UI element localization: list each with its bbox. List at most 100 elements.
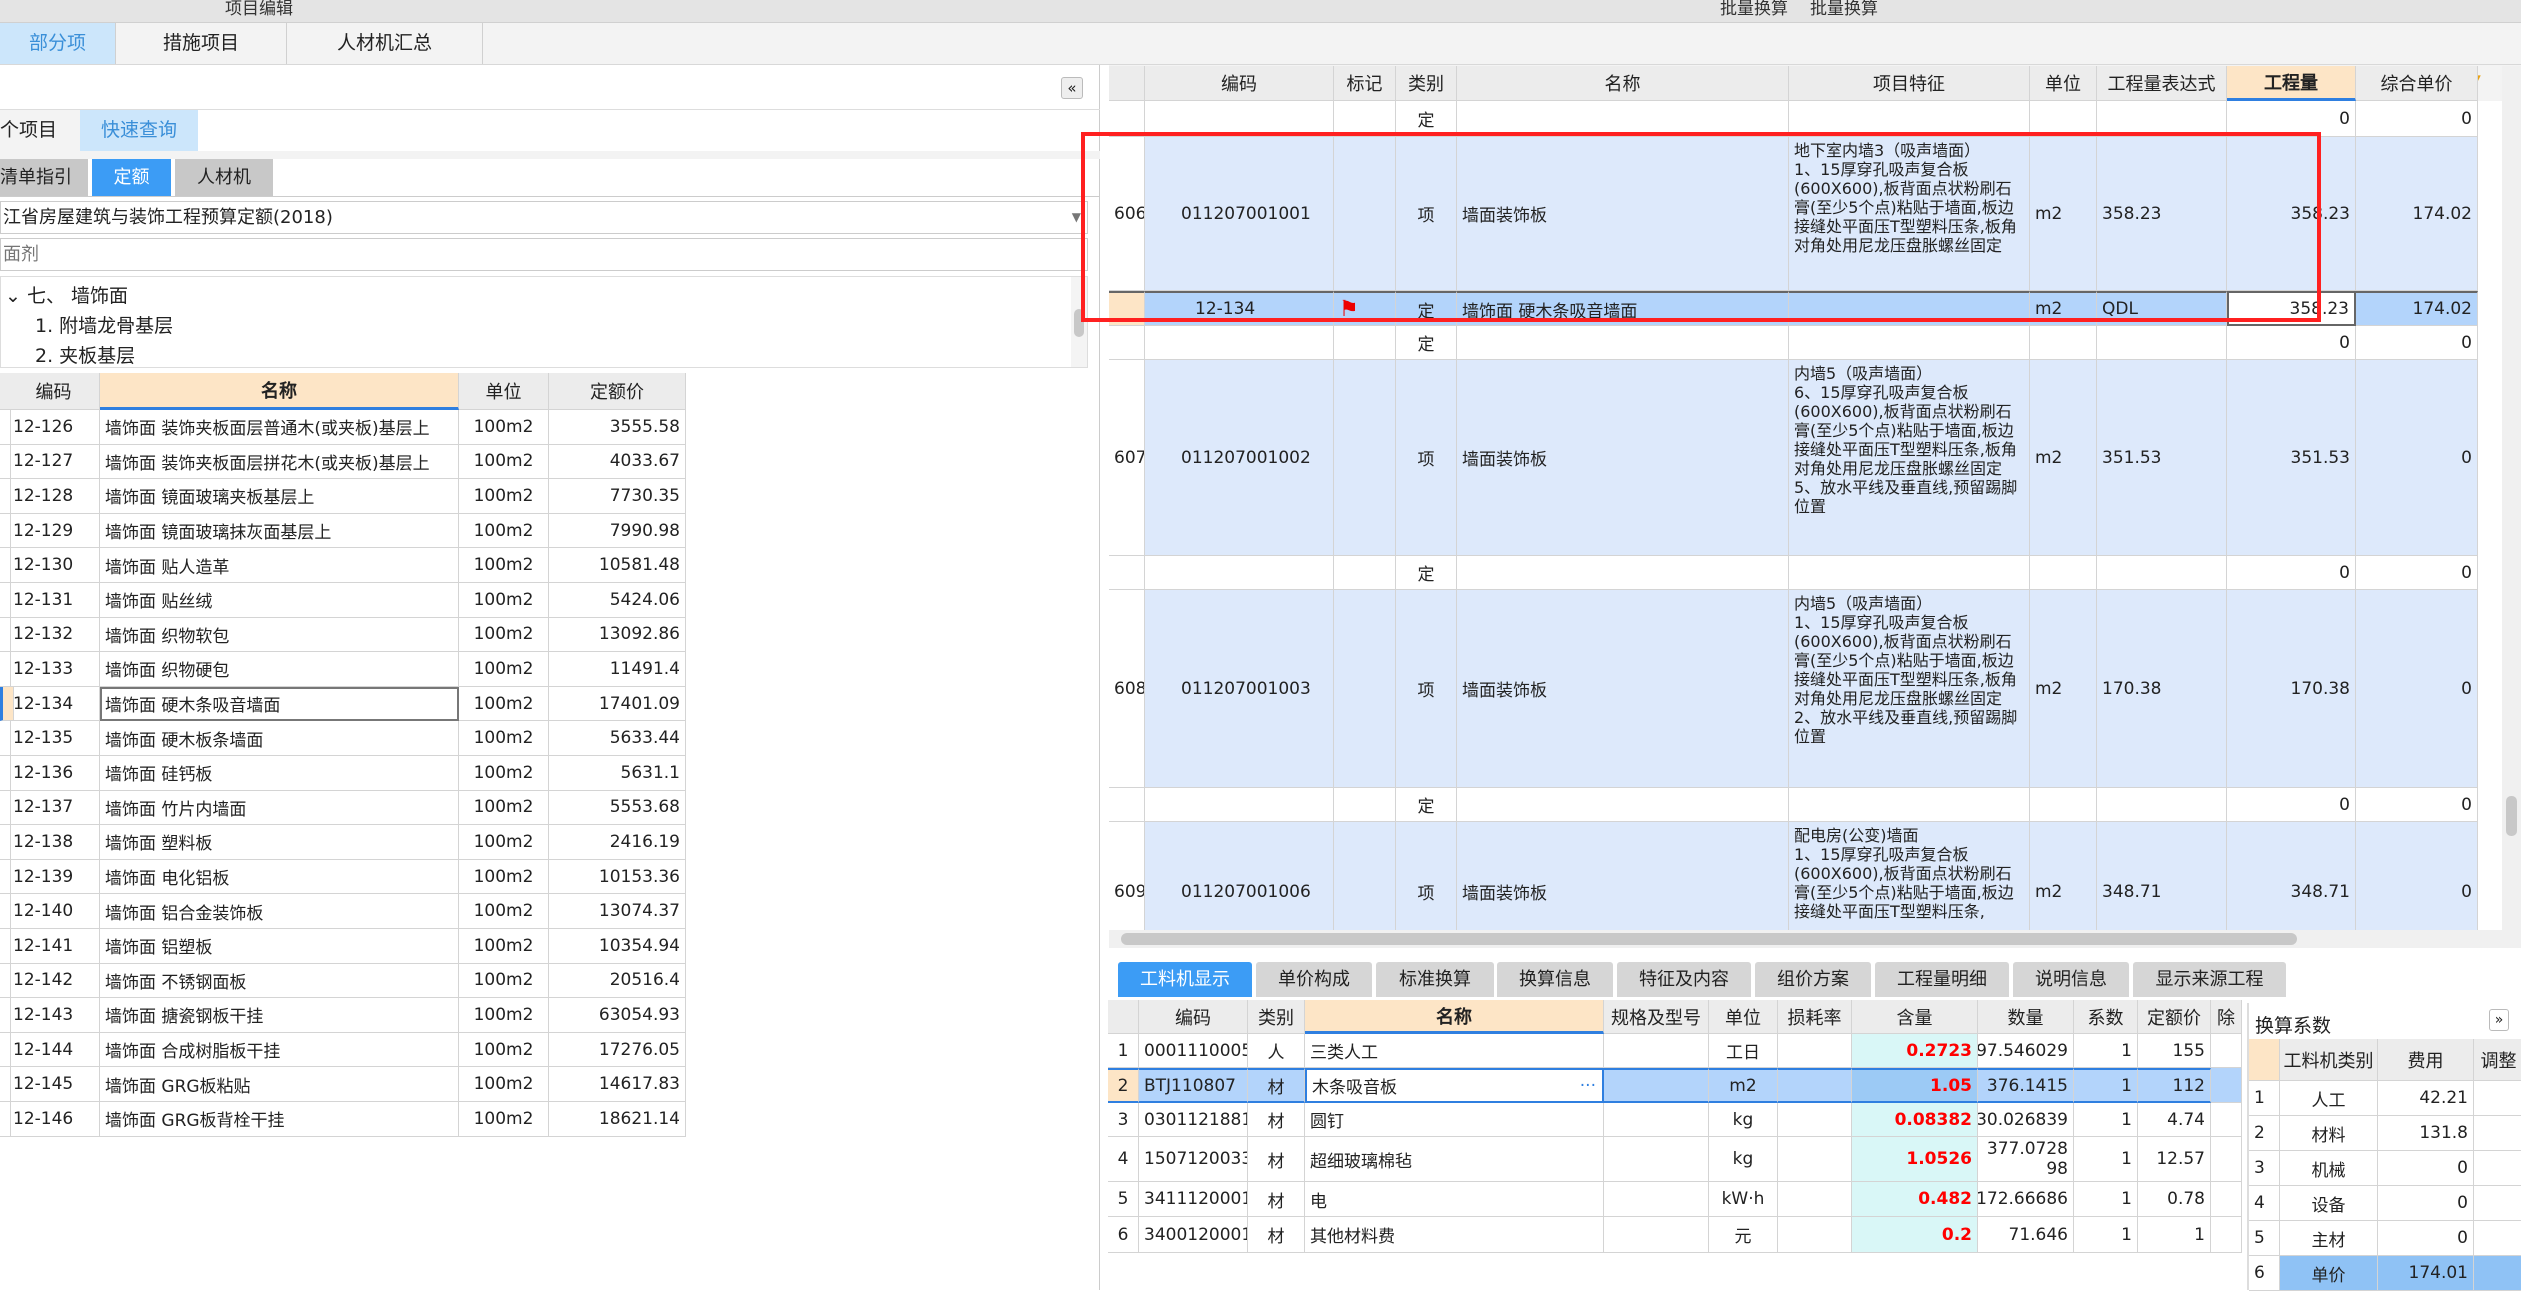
material-cell-quota-price[interactable]: 1	[2138, 1217, 2211, 1253]
subtab-project[interactable]: 个项目	[0, 110, 80, 151]
bill-cell-feature[interactable]	[1789, 788, 2030, 822]
detail-tab-2[interactable]: 标准换算	[1376, 962, 1494, 997]
material-cell-coefficient[interactable]: 1	[2074, 1217, 2138, 1253]
column-header-type[interactable]: 类别	[1248, 1000, 1305, 1034]
material-cell-name[interactable]: 其他材料费	[1305, 1217, 1604, 1253]
material-cell-quota-price[interactable]: 4.74	[2138, 1103, 2211, 1137]
bill-cell-name[interactable]	[1457, 788, 1789, 822]
bill-cell-code[interactable]	[1145, 788, 1334, 822]
quota-cell-name[interactable]: 墙饰面 铝塑板	[100, 929, 459, 964]
quota-cell-code[interactable]: 12-134	[8, 686, 100, 722]
tab-labor-material-summary[interactable]: 人材机汇总	[287, 23, 483, 64]
column-header-quantity[interactable]: 工程量	[2227, 66, 2356, 101]
quota-cell-name[interactable]: 墙饰面 硅钙板	[100, 756, 459, 791]
quota-cell-code[interactable]: 12-132	[8, 617, 100, 653]
material-cell-type[interactable]: 人	[1248, 1034, 1305, 1068]
bill-cell-feature[interactable]	[1789, 326, 2030, 360]
ribbon-label-batch-convert-2[interactable]: 批量换算	[1810, 0, 1878, 19]
libtab-bill-guide[interactable]: 清单指引	[0, 159, 90, 196]
coef-cell-adjust[interactable]	[2474, 1186, 2521, 1221]
material-cell-code[interactable]: 1507120033	[1139, 1137, 1248, 1182]
bill-cell-qty-expression[interactable]: 358.23	[2097, 137, 2227, 291]
coef-cell-cost[interactable]: 174.01	[2378, 1256, 2474, 1291]
bill-cell-quantity[interactable]: 0	[2227, 326, 2356, 360]
quota-cell-unit[interactable]: 100m2	[459, 686, 549, 722]
quota-cell-price[interactable]: 17276.05	[549, 1032, 686, 1068]
material-cell-spec[interactable]	[1604, 1103, 1709, 1137]
quota-cell-code[interactable]: 12-139	[8, 859, 100, 895]
quota-cell-name[interactable]: 墙饰面 竹片内墙面	[100, 790, 459, 826]
subtab-quick-query[interactable]: 快速查询	[80, 110, 198, 151]
bill-cell-unit[interactable]	[2030, 101, 2097, 137]
quota-cell-unit[interactable]: 100m2	[459, 617, 549, 653]
quota-library-select[interactable]: 江省房屋建筑与装饰工程预算定额(2018) ▼	[0, 201, 1088, 234]
material-cell-name[interactable]: 圆钉	[1305, 1103, 1604, 1137]
material-cell-spec[interactable]	[1604, 1217, 1709, 1253]
bill-cell-quantity[interactable]: 0	[2227, 556, 2356, 590]
expand-panel-icon[interactable]: »	[2489, 1009, 2509, 1031]
coef-cell-category[interactable]: 人工	[2280, 1081, 2378, 1116]
material-cell-loss-rate[interactable]	[1778, 1137, 1852, 1182]
column-header-rownum[interactable]	[2249, 1039, 2280, 1081]
quota-cell-code[interactable]: 12-138	[8, 825, 100, 860]
bill-cell-feature[interactable]	[1789, 101, 2030, 137]
material-cell-quantity[interactable]: 97.546029	[1978, 1034, 2074, 1068]
flag-icon[interactable]: ⚑	[1339, 297, 1359, 322]
quota-cell-code[interactable]: 12-140	[8, 894, 100, 929]
bill-cell-unit[interactable]: m2	[2030, 822, 2097, 930]
quota-cell-unit[interactable]: 100m2	[459, 548, 549, 583]
bill-cell-qty-expression[interactable]	[2097, 556, 2227, 590]
bill-cell-qty-expression[interactable]	[2097, 101, 2227, 137]
bill-cell-type[interactable]: 定	[1396, 326, 1457, 360]
quota-cell-unit[interactable]: 100m2	[459, 652, 549, 687]
quota-cell-code[interactable]: 12-126	[8, 410, 100, 445]
bill-cell-feature[interactable]: 内墙5（吸声墙面） 6、15厚穿孔吸声复合板(600X600),板背面点状粉刷石…	[1789, 360, 2030, 556]
quota-cell-name[interactable]: 墙饰面 装饰夹板面层拼花木(或夹板)基层上	[100, 444, 459, 480]
bill-cell-feature[interactable]	[1789, 556, 2030, 590]
quota-cell-unit[interactable]: 100m2	[459, 963, 549, 999]
libtab-labor-material[interactable]: 人材机	[175, 159, 275, 196]
quota-cell-unit[interactable]: 100m2	[459, 583, 549, 618]
material-cell-name[interactable]: 木条吸音板 ···	[1305, 1068, 1604, 1103]
material-cell-loss-rate[interactable]	[1778, 1217, 1852, 1253]
quota-cell-code[interactable]: 12-144	[8, 1032, 100, 1068]
quota-cell-name[interactable]: 墙饰面 织物软包	[100, 617, 459, 653]
bill-cell-unit-price[interactable]: 174.02	[2356, 137, 2478, 291]
bill-cell-name[interactable]	[1457, 101, 1789, 137]
coef-cell-category[interactable]: 材料	[2280, 1116, 2378, 1151]
column-header-adjust[interactable]: 调整	[2474, 1039, 2521, 1081]
quota-cell-code[interactable]: 12-143	[8, 998, 100, 1033]
material-cell-spec[interactable]	[1604, 1068, 1709, 1103]
quota-cell-name[interactable]: 墙饰面 不锈钢面板	[100, 963, 459, 999]
bill-cell-unit-price[interactable]: 174.02	[2356, 291, 2478, 326]
bill-cell-code[interactable]	[1145, 556, 1334, 590]
quota-cell-unit[interactable]: 100m2	[459, 756, 549, 791]
bill-cell-name[interactable]: 墙面装饰板	[1457, 137, 1789, 291]
quota-cell-name[interactable]: 墙饰面 织物硬包	[100, 652, 459, 687]
bill-cell-unit-price[interactable]: 0	[2356, 101, 2478, 137]
detail-tab-8[interactable]: 显示来源工程	[2133, 962, 2286, 997]
bill-cell-type[interactable]: 定	[1396, 788, 1457, 822]
tree-node-plywood-base[interactable]: 2. 夹板基层	[35, 341, 135, 368]
material-cell-type[interactable]: 材	[1248, 1137, 1305, 1182]
bill-cell-unit-price[interactable]: 0	[2356, 822, 2478, 930]
bill-cell-name[interactable]	[1457, 326, 1789, 360]
column-header-loss-rate[interactable]: 损耗率	[1778, 1000, 1852, 1034]
column-header-name[interactable]: 名称	[1305, 1000, 1604, 1034]
material-cell-content[interactable]: 0.08382	[1852, 1103, 1978, 1137]
coef-cell-cost[interactable]: 0	[2378, 1186, 2474, 1221]
column-header-code[interactable]: 编码	[1139, 1000, 1248, 1034]
detail-tab-4[interactable]: 特征及内容	[1617, 962, 1751, 997]
bill-cell-qty-expression[interactable]	[2097, 326, 2227, 360]
quota-cell-price[interactable]: 5633.44	[549, 721, 686, 756]
quota-cell-name[interactable]: 墙饰面 贴人造革	[100, 548, 459, 583]
bill-cell-unit-price[interactable]: 0	[2356, 360, 2478, 556]
bill-cell-name[interactable]: 墙面装饰板	[1457, 822, 1789, 930]
ribbon-label-project-edit[interactable]: 项目编辑	[225, 0, 293, 19]
quota-cell-code[interactable]: 12-128	[8, 479, 100, 514]
column-header-content[interactable]: 含量	[1852, 1000, 1978, 1034]
bill-cell-code[interactable]	[1145, 101, 1334, 137]
bill-cell-quantity[interactable]: 351.53	[2227, 360, 2356, 556]
material-cell-quota-price[interactable]: 155	[2138, 1034, 2211, 1068]
coef-cell-adjust[interactable]	[2474, 1256, 2521, 1291]
